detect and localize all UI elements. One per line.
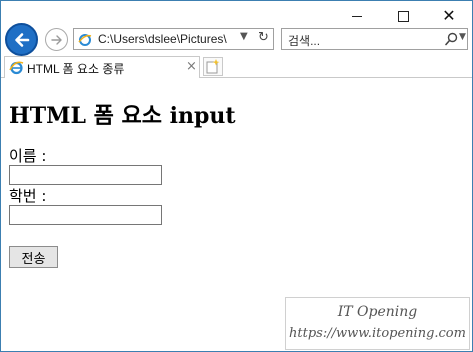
maximize-icon: [397, 10, 409, 22]
tab-title: HTML 폼 요소 종류: [27, 62, 125, 76]
back-arrow-icon: [14, 32, 29, 47]
page-file-icon: [78, 32, 92, 51]
name-label: 이름 :: [9, 147, 47, 165]
page-content: HTML 폼 요소 input 이름 : 학번 : 전송 IT Opening …: [1, 79, 472, 351]
search-dropdown-icon[interactable]: ▼: [459, 32, 466, 42]
page-heading: HTML 폼 요소 input: [9, 103, 236, 129]
new-tab-icon: [206, 59, 220, 74]
browser-window: ✕ C:\Users\dslee\Pictures\ ▼ ↻ 검색... ▼ H…: [0, 0, 473, 352]
name-input[interactable]: [9, 165, 162, 185]
forward-button[interactable]: [45, 28, 68, 51]
student-id-label: 학번 :: [9, 187, 47, 205]
forward-arrow-icon: [50, 34, 62, 45]
watermark-title: IT Opening: [337, 304, 418, 320]
tab-html-form[interactable]: HTML 폼 요소 종류 ×: [4, 56, 200, 78]
back-button[interactable]: [5, 23, 38, 56]
watermark-url: https://www.itopening.com: [289, 326, 466, 341]
minimize-icon: [352, 15, 362, 17]
watermark: IT Opening https://www.itopening.com: [285, 297, 470, 350]
ie-logo-icon: [9, 60, 24, 79]
address-text[interactable]: C:\Users\dslee\Pictures\: [98, 32, 234, 46]
student-id-input[interactable]: [9, 205, 162, 225]
address-bar[interactable]: C:\Users\dslee\Pictures\ ▼ ↻: [73, 28, 274, 50]
tab-bar: HTML 폼 요소 종류 ×: [1, 56, 472, 78]
search-input[interactable]: 검색...: [288, 32, 320, 49]
new-tab-button[interactable]: [203, 57, 223, 76]
search-icon[interactable]: [445, 31, 458, 50]
submit-button[interactable]: 전송: [9, 246, 58, 268]
tab-close-icon[interactable]: ×: [186, 59, 197, 74]
refresh-icon[interactable]: ↻: [258, 30, 269, 45]
navigation-bar: C:\Users\dslee\Pictures\ ▼ ↻ 검색... ▼: [1, 23, 472, 56]
search-box[interactable]: 검색... ▼: [281, 28, 468, 50]
address-dropdown-icon[interactable]: ▼: [240, 31, 248, 42]
close-icon: ✕: [442, 6, 456, 25]
